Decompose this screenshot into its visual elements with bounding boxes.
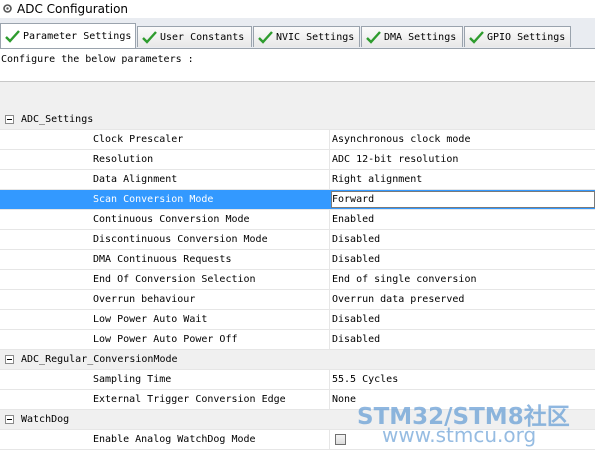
param-name: End Of Conversion Selection [93,274,256,285]
param-value[interactable]: End of single conversion [332,270,477,290]
check-icon [5,29,20,43]
tab-gpio-settings[interactable]: GPIO Settings [464,26,571,47]
param-row-scan-conversion-mode[interactable]: Scan Conversion Mode Forward [0,190,595,210]
param-row-sampling-time[interactable]: Sampling Time 55.5 Cycles [0,370,595,390]
param-value[interactable]: Disabled [332,330,380,350]
gear-icon [3,4,12,13]
tab-label: DMA Settings [384,31,457,43]
window-title: ADC Configuration [17,2,129,16]
watermark-url: www.stmcu.org [382,423,537,447]
group-label: WatchDog [21,414,70,425]
group-label: ADC_Regular_ConversionMode [21,354,178,365]
watchdog-checkbox[interactable] [335,434,346,445]
param-name: DMA Continuous Requests [93,254,232,265]
param-value[interactable]: Disabled [332,230,380,250]
check-icon [469,30,484,44]
param-value[interactable]: Right alignment [332,170,422,190]
window-titlebar: ADC Configuration [0,0,595,18]
param-value[interactable]: Asynchronous clock mode [332,130,470,150]
param-value[interactable]: Overrun data preserved [332,290,464,310]
param-row-data-alignment[interactable]: Data Alignment Right alignment [0,170,595,190]
param-row-dma-continuous-requests[interactable]: DMA Continuous Requests Disabled [0,250,595,270]
check-icon [366,30,381,44]
param-row-discontinuous-conversion[interactable]: Discontinuous Conversion Mode Disabled [0,230,595,250]
group-regular-conversion-mode[interactable]: ADC_Regular_ConversionMode [0,350,595,370]
param-name: Enable Analog WatchDog Mode [93,434,256,445]
param-value[interactable]: ADC 12-bit resolution [332,150,458,170]
param-name: Overrun behaviour [93,294,196,305]
tab-label: Parameter Settings [23,30,132,42]
tab-nvic-settings[interactable]: NVIC Settings [253,26,360,47]
group-adc-settings[interactable]: ADC_Settings [0,110,595,130]
param-value[interactable]: Disabled [332,310,380,330]
tab-parameter-settings[interactable]: Parameter Settings [0,23,136,48]
param-value[interactable]: Enabled [332,210,374,230]
param-name: Scan Conversion Mode [93,194,214,205]
param-name: Resolution [93,154,154,165]
check-icon [258,30,273,44]
grid-header-spacer [0,81,595,110]
tab-label: NVIC Settings [276,31,355,43]
tab-label: User Constants [160,31,245,43]
param-name: Continuous Conversion Mode [93,214,250,225]
param-row-end-of-conversion[interactable]: End Of Conversion Selection End of singl… [0,270,595,290]
param-name: Data Alignment [93,174,178,185]
param-value[interactable]: None [332,390,356,410]
param-row-continuous-conversion[interactable]: Continuous Conversion Mode Enabled [0,210,595,230]
collapse-icon[interactable] [5,355,14,364]
tab-user-constants[interactable]: User Constants [137,26,252,47]
param-name: Low Power Auto Power Off [93,334,238,345]
tab-label: GPIO Settings [487,31,566,43]
param-name: Clock Prescaler [93,134,184,145]
group-label: ADC_Settings [21,114,94,125]
param-row-clock-prescaler[interactable]: Clock Prescaler Asynchronous clock mode [0,130,595,150]
param-name: Sampling Time [93,374,172,385]
param-value[interactable]: Disabled [332,250,380,270]
check-icon [142,30,157,44]
param-row-low-power-auto-power-off[interactable]: Low Power Auto Power Off Disabled [0,330,595,350]
param-row-overrun-behaviour[interactable]: Overrun behaviour Overrun data preserved [0,290,595,310]
collapse-icon[interactable] [5,415,14,424]
tab-dma-settings[interactable]: DMA Settings [361,26,463,47]
param-value[interactable]: Forward [332,190,374,210]
collapse-icon[interactable] [5,115,14,124]
param-name: External Trigger Conversion Edge [93,394,286,405]
intro-text: Configure the below parameters : [1,54,194,65]
param-value[interactable]: 55.5 Cycles [332,370,398,390]
param-name: Low Power Auto Wait [93,314,208,325]
param-name: Discontinuous Conversion Mode [93,234,268,245]
tab-bar: Parameter Settings User Constants NVIC S… [0,18,595,49]
param-row-resolution[interactable]: Resolution ADC 12-bit resolution [0,150,595,170]
param-row-low-power-auto-wait[interactable]: Low Power Auto Wait Disabled [0,310,595,330]
